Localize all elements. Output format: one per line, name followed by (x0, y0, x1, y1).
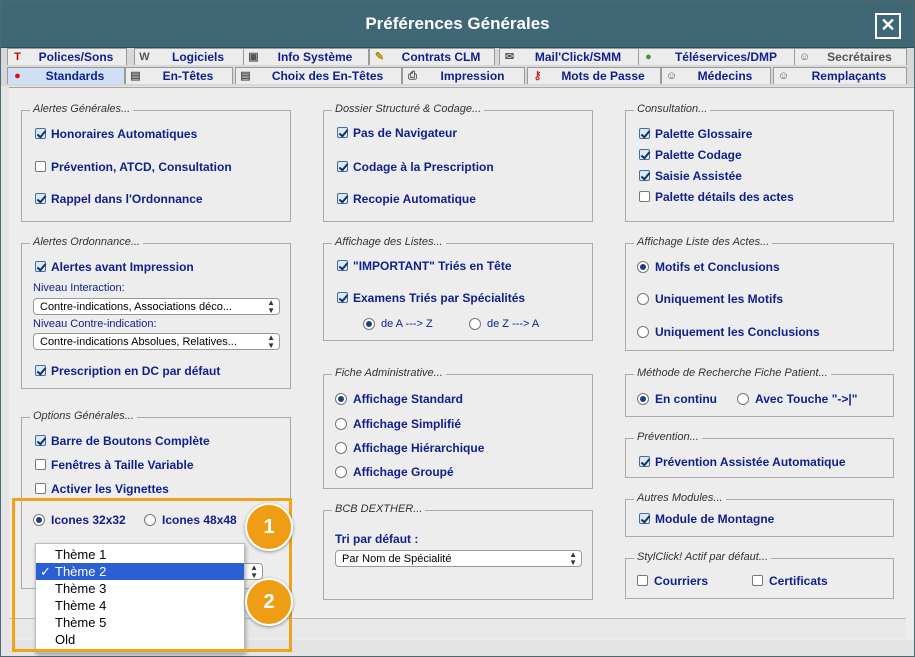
avec-touche-radio[interactable] (737, 393, 749, 405)
fenetres-taille-checkbox[interactable] (35, 459, 46, 470)
order-z-a-label: de Z ---> A (487, 318, 540, 330)
examens-tries-label: Examens Triés par Spécialités (353, 291, 526, 305)
affichage-groupe-label: Affichage Groupé (353, 465, 454, 479)
module-montagne-checkbox[interactable] (639, 513, 650, 524)
vignettes-label: Activer les Vignettes (51, 482, 169, 496)
uniquement-motifs-label: Uniquement les Motifs (655, 292, 784, 306)
group-title: BCB DEXTHER... (332, 503, 426, 515)
palette-codage-label: Palette Codage (655, 148, 742, 162)
affichage-simplifie-label: Affichage Simplifié (353, 417, 462, 431)
niveau-ci-value: Contre-indications Absolues, Relatives..… (40, 336, 237, 348)
affichage-hierarchique-radio[interactable] (335, 442, 347, 454)
saisie-assistee-checkbox[interactable] (639, 170, 650, 181)
group-title: Consultation... (634, 103, 711, 115)
recopie-auto-checkbox[interactable] (337, 193, 348, 204)
niveau-ci-select[interactable]: Contre-indications Absolues, Relatives..… (33, 333, 280, 350)
motifs-conclusions-radio[interactable] (637, 261, 649, 273)
barre-boutons-label: Barre de Boutons Complète (51, 434, 210, 448)
prevention-atcd-checkbox[interactable] (35, 161, 46, 172)
affichage-standard-label: Affichage Standard (353, 392, 464, 406)
en-continu-radio[interactable] (637, 393, 649, 405)
group-title: Affichage des Listes... (332, 236, 446, 248)
prescription-dc-label: Prescription en DC par défaut (51, 364, 221, 378)
recopie-auto-label: Recopie Automatique (353, 192, 476, 206)
niveau-interaction-value: Contre-indications, Associations déco... (40, 301, 232, 313)
codage-prescription-checkbox[interactable] (337, 161, 348, 172)
important-tries-checkbox[interactable] (337, 260, 348, 271)
palette-details-checkbox[interactable] (639, 191, 650, 202)
vignettes-checkbox[interactable] (35, 483, 46, 494)
order-a-z-radio[interactable] (363, 318, 375, 330)
affichage-groupe-radio[interactable] (335, 466, 347, 478)
uniquement-conclusions-label: Uniquement les Conclusions (655, 325, 820, 339)
group-title: Alertes Ordonnance... (30, 236, 144, 248)
alertes-avant-impression-checkbox[interactable] (35, 261, 46, 272)
uniquement-conclusions-radio[interactable] (637, 326, 649, 338)
updown-arrows-icon: ▲ ▼ (569, 550, 577, 567)
important-tries-label: "IMPORTANT" Triés en Tête (353, 259, 512, 273)
palette-glossaire-checkbox[interactable] (639, 128, 650, 139)
group-title: Options Générales... (30, 410, 137, 422)
updown-arrows-icon: ▲ ▼ (267, 298, 275, 315)
niveau-interaction-select[interactable]: Contre-indications, Associations déco...… (33, 298, 280, 315)
group-title: Prévention... (634, 431, 702, 443)
niveau-ci-label: Niveau Contre-indication: (33, 318, 157, 330)
niveau-interaction-label: Niveau Interaction: (33, 282, 125, 294)
rappel-ordonnance-checkbox[interactable] (35, 193, 46, 204)
palette-glossaire-label: Palette Glossaire (655, 127, 753, 141)
honoraires-label: Honoraires Automatiques (51, 127, 198, 141)
callout-badge-1: 1 (245, 503, 293, 551)
uniquement-motifs-radio[interactable] (637, 293, 649, 305)
saisie-assistee-label: Saisie Assistée (655, 169, 742, 183)
order-a-z-label: de A ---> Z (381, 318, 433, 330)
updown-arrows-icon: ▲ ▼ (267, 333, 275, 350)
alertes-avant-impression-label: Alertes avant Impression (51, 260, 194, 274)
group-title: Affichage Liste des Actes... (634, 236, 773, 248)
honoraires-checkbox[interactable] (35, 128, 46, 139)
prescription-dc-checkbox[interactable] (35, 365, 46, 376)
prevention-atcd-label: Prévention, ATCD, Consultation (51, 160, 232, 174)
group-title: StylClick! Actif par défaut... (634, 551, 772, 563)
barre-boutons-checkbox[interactable] (35, 435, 46, 446)
avec-touche-label: Avec Touche "->|" (755, 392, 858, 406)
fenetres-taille-label: Fenêtres à Taille Variable (51, 458, 194, 472)
group-title: Méthode de Recherche Fiche Patient... (634, 367, 831, 379)
pas-navigateur-checkbox[interactable] (337, 127, 348, 138)
prevention-auto-label: Prévention Assistée Automatique (655, 455, 846, 469)
prevention-auto-checkbox[interactable] (639, 456, 650, 467)
palette-codage-checkbox[interactable] (639, 149, 650, 160)
courriers-checkbox[interactable] (637, 575, 648, 586)
group-title: Alertes Générales... (30, 103, 134, 115)
rappel-ordonnance-label: Rappel dans l'Ordonnance (51, 192, 203, 206)
en-continu-label: En continu (655, 392, 717, 406)
tri-defaut-value: Par Nom de Spécialité (342, 553, 452, 565)
callout-badge-2: 2 (245, 578, 293, 626)
certificats-label: Certificats (769, 574, 828, 588)
motifs-conclusions-label: Motifs et Conclusions (655, 260, 780, 274)
group-title: Dossier Structuré & Codage... (332, 103, 485, 115)
certificats-checkbox[interactable] (752, 575, 763, 586)
codage-prescription-label: Codage à la Prescription (353, 160, 494, 174)
palette-details-label: Palette détails des actes (655, 190, 794, 204)
pas-navigateur-label: Pas de Navigateur (353, 126, 458, 140)
tri-defaut-label: Tri par défaut : (335, 532, 419, 546)
affichage-simplifie-radio[interactable] (335, 418, 347, 430)
group-title: Autres Modules... (634, 492, 726, 504)
module-montagne-label: Module de Montagne (655, 512, 775, 526)
affichage-hierarchique-label: Affichage Hiérarchique (353, 441, 485, 455)
affichage-standard-radio[interactable] (335, 393, 347, 405)
group-title: Fiche Administrative... (332, 367, 446, 379)
order-z-a-radio[interactable] (469, 318, 481, 330)
tri-defaut-select[interactable]: Par Nom de Spécialité ▲ ▼ (335, 550, 582, 567)
courriers-label: Courriers (654, 574, 709, 588)
examens-tries-checkbox[interactable] (337, 292, 348, 303)
